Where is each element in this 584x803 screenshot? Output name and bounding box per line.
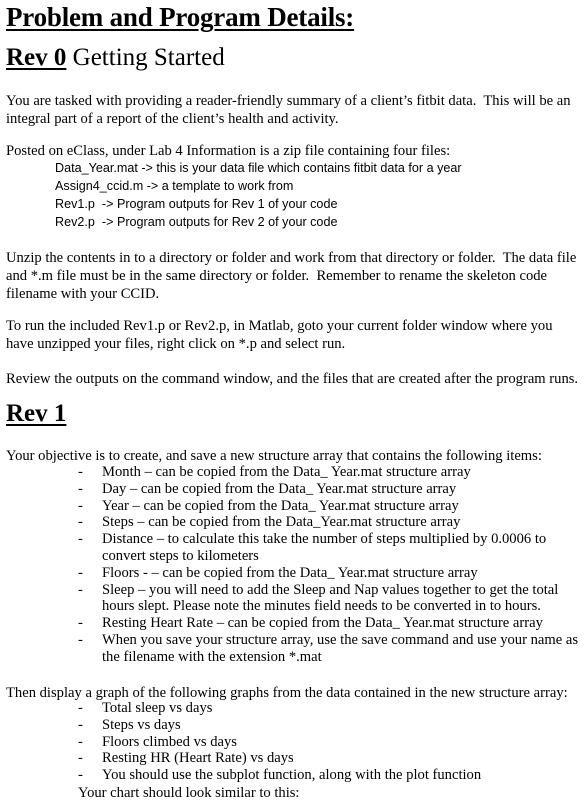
- list-item: Month – can be copied from the Data_ Yea…: [102, 464, 471, 480]
- bullet-dash: -: [78, 615, 83, 632]
- list-item: Resting Heart Rate – can be copied from …: [102, 615, 543, 632]
- list-item: Sleep – you will need to add the Sleep a…: [102, 581, 559, 598]
- bullet-dash: -: [78, 480, 83, 497]
- chart-note: Your chart should look similar to this:: [78, 785, 300, 801]
- bullet-dash: -: [78, 716, 83, 733]
- bullet-dash: -: [78, 564, 83, 581]
- bullet-dash: -: [78, 767, 83, 784]
- list-item: When you save your structure array, use …: [102, 632, 579, 648]
- list-item: You should use the subplot function, alo…: [102, 767, 482, 784]
- file-item: Rev2.p -> Program outputs for Rev 2 of y…: [55, 215, 338, 229]
- bullet-dash: -: [78, 514, 83, 531]
- bullet-dash: -: [78, 464, 83, 480]
- list-item: Year – can be copied from the Data_ Year…: [102, 497, 459, 514]
- list-item: convert steps to kilometers: [102, 548, 259, 564]
- rev0-label: Rev 0: [6, 44, 67, 71]
- unzip-line-3: filename with your CCID.: [6, 286, 160, 302]
- bullet-dash: -: [78, 497, 83, 514]
- list-item: Steps vs days: [102, 716, 181, 733]
- page-title: Problem and Program Details:: [6, 2, 355, 32]
- file-item: Assign4_ccid.m -> a template to work fro…: [55, 179, 294, 193]
- posted-line: Posted on eClass, under Lab 4 Informatio…: [6, 143, 451, 159]
- intro-line-1: You are tasked with providing a reader-f…: [6, 93, 571, 109]
- file-item: Data_Year.mat -> this is your data file …: [55, 161, 462, 175]
- unzip-line-2: and *.m file must be in the same directo…: [6, 268, 548, 284]
- intro-line-2: integral part of a report of the client’…: [6, 111, 339, 127]
- objective-line: Your objective is to create, and save a …: [6, 448, 542, 464]
- list-item: the filename with the extension *.mat: [102, 648, 322, 665]
- review-line: Review the outputs on the command window…: [6, 371, 579, 387]
- list-item: Total sleep vs days: [102, 700, 213, 716]
- list-item: Floors - – can be copied from the Data_ …: [102, 564, 478, 581]
- list-item: Resting HR (Heart Rate) vs days: [102, 750, 294, 767]
- bullet-dash: -: [78, 531, 83, 548]
- rev1-heading: Rev 1: [6, 400, 67, 427]
- graphs-intro: Then display a graph of the following gr…: [6, 685, 568, 701]
- rev0-heading: Rev 0 Getting Started: [6, 44, 225, 72]
- run-line-1: To run the included Rev1.p or Rev2.p, in…: [6, 318, 553, 334]
- list-item: Distance – to calculate this take the nu…: [102, 531, 547, 548]
- bullet-dash: -: [78, 632, 83, 648]
- list-item: hours slept. Please note the minutes fie…: [102, 598, 541, 615]
- list-item: Steps – can be copied from the Data_Year…: [102, 514, 461, 531]
- rev0-subtitle: Getting Started: [66, 44, 225, 71]
- bullet-dash: -: [78, 700, 83, 716]
- bullet-dash: -: [78, 733, 83, 750]
- run-line-2: have unzipped your files, right click on…: [6, 336, 346, 352]
- list-item: Day – can be copied from the Data_ Year.…: [102, 480, 457, 497]
- file-item: Rev1.p -> Program outputs for Rev 1 of y…: [55, 197, 338, 211]
- bullet-dash: -: [78, 750, 83, 767]
- bullet-dash: -: [78, 581, 83, 598]
- unzip-line-1: Unzip the contents in to a directory or …: [6, 250, 577, 266]
- list-item: Floors climbed vs days: [102, 733, 237, 750]
